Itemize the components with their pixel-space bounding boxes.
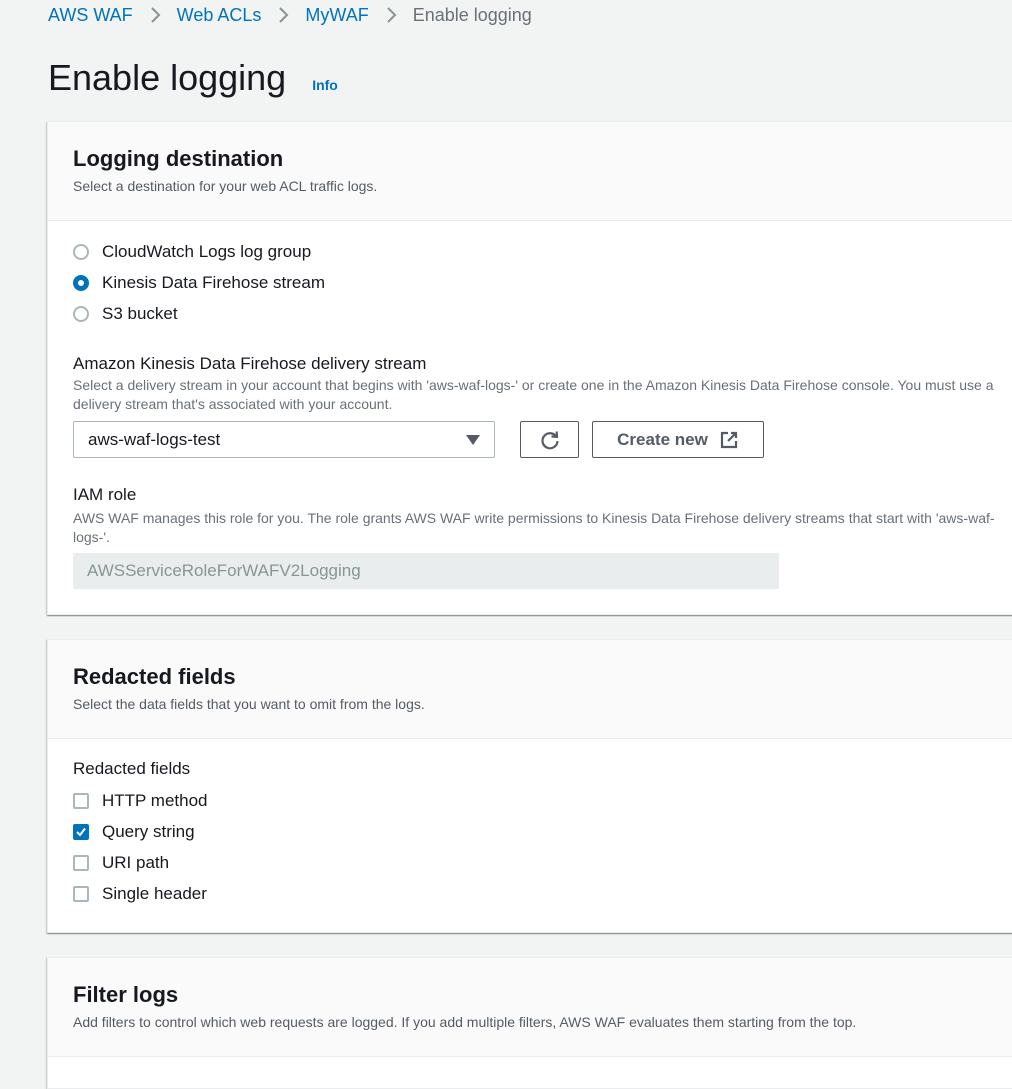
checkbox-label: Query string xyxy=(102,822,195,841)
chevron-right-icon xyxy=(150,7,161,23)
page-header: Enable logging Info xyxy=(48,56,338,100)
radio-label: Kinesis Data Firehose stream xyxy=(102,273,325,292)
caret-down-icon xyxy=(466,434,480,445)
iam-role-label: IAM role xyxy=(73,485,137,504)
iam-role-input: AWSServiceRoleForWAFV2Logging xyxy=(73,553,779,589)
logging-destination-panel: Logging destination Select a destination… xyxy=(47,121,1012,615)
breadcrumb-link-mywaf[interactable]: MyWAF xyxy=(305,4,368,26)
refresh-icon xyxy=(540,430,559,449)
radio-label: CloudWatch Logs log group xyxy=(102,242,312,261)
radio-cloudwatch[interactable]: CloudWatch Logs log group xyxy=(73,242,311,262)
checkbox-uri-path[interactable]: URI path xyxy=(73,853,169,873)
external-link-icon xyxy=(720,431,737,448)
radio-button[interactable] xyxy=(73,244,89,260)
redacted-fields-group-label: Redacted fields xyxy=(73,759,191,778)
checkbox-query-string[interactable]: Query string xyxy=(73,822,195,842)
breadcrumb: AWS WAF Web ACLs MyWAF Enable logging xyxy=(48,4,532,26)
chevron-right-icon xyxy=(386,7,397,23)
checkbox[interactable] xyxy=(73,855,89,871)
checkbox-checked[interactable] xyxy=(73,824,89,840)
radio-s3[interactable]: S3 bucket xyxy=(73,304,178,324)
breadcrumb-link-web-acls[interactable]: Web ACLs xyxy=(177,4,262,26)
filter-logs-header: Filter logs Add filters to control which… xyxy=(48,958,1012,1057)
checkbox-label: HTTP method xyxy=(102,791,208,810)
refresh-button[interactable] xyxy=(520,421,579,458)
radio-button[interactable] xyxy=(73,306,89,322)
panel-title: Filter logs xyxy=(73,982,179,1007)
delivery-stream-description: Select a delivery stream in your account… xyxy=(73,377,994,412)
iam-role-description: AWS WAF manages this role for you. The r… xyxy=(73,510,995,545)
checkmark-icon xyxy=(76,827,86,837)
radio-button-selected[interactable] xyxy=(73,275,89,291)
info-link[interactable]: Info xyxy=(312,77,338,93)
checkbox-label: URI path xyxy=(102,853,170,872)
redacted-fields-header: Redacted fields Select the data fields t… xyxy=(48,640,1012,739)
checkbox[interactable] xyxy=(73,886,89,902)
panel-description: Add filters to control which web request… xyxy=(73,1014,857,1030)
breadcrumb-link-aws-waf[interactable]: AWS WAF xyxy=(48,4,133,26)
create-new-button[interactable]: Create new xyxy=(592,421,764,458)
redacted-fields-panel: Redacted fields Select the data fields t… xyxy=(47,639,1012,933)
checkbox[interactable] xyxy=(73,793,89,809)
panel-title: Logging destination xyxy=(73,146,284,171)
create-new-label: Create new xyxy=(617,429,708,449)
select-value: aws-waf-logs-test xyxy=(88,429,221,449)
filter-logs-panel: Filter logs Add filters to control which… xyxy=(47,957,1012,1089)
breadcrumb-current: Enable logging xyxy=(412,5,532,25)
delivery-stream-label: Amazon Kinesis Data Firehose delivery st… xyxy=(73,354,427,373)
panel-description: Select a destination for your web ACL tr… xyxy=(73,178,378,194)
checkbox-single-header[interactable]: Single header xyxy=(73,884,207,904)
panel-description: Select the data fields that you want to … xyxy=(73,696,425,712)
checkbox-label: Single header xyxy=(102,884,207,903)
logging-destination-header: Logging destination Select a destination… xyxy=(48,122,1012,221)
panel-title: Redacted fields xyxy=(73,664,236,689)
checkbox-http-method[interactable]: HTTP method xyxy=(73,791,208,811)
radio-label: S3 bucket xyxy=(102,304,178,323)
radio-kinesis[interactable]: Kinesis Data Firehose stream xyxy=(73,273,325,293)
page-title: Enable logging xyxy=(48,57,287,98)
chevron-right-icon xyxy=(279,7,289,23)
delivery-stream-select[interactable]: aws-waf-logs-test xyxy=(73,421,495,458)
